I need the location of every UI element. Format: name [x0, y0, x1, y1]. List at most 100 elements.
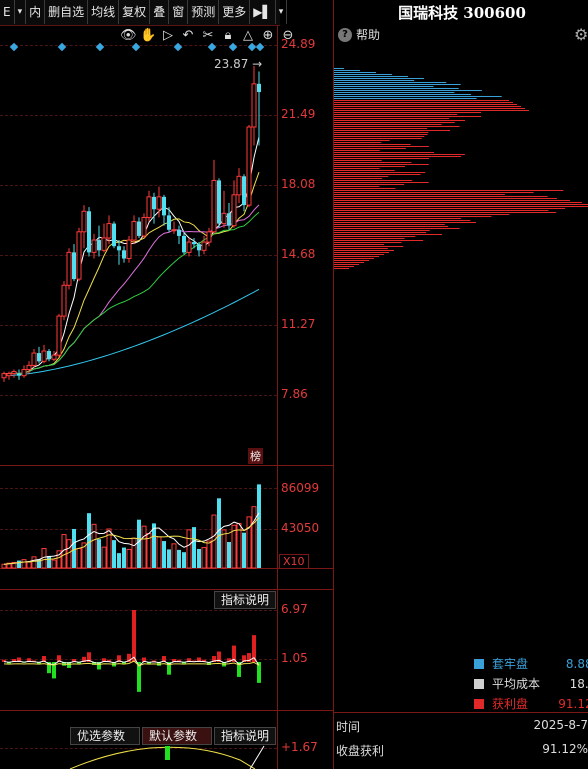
volume-bar	[26, 561, 32, 569]
candle-body-down	[17, 373, 21, 376]
chip-bar	[334, 256, 379, 257]
chip-bar	[334, 150, 380, 151]
chip-bar	[334, 198, 557, 199]
chip-bar	[334, 242, 402, 243]
volume-bar	[221, 529, 227, 569]
candle-body-down	[227, 213, 231, 226]
stock-chart[interactable]	[0, 0, 333, 769]
candle-body-up	[31, 352, 37, 366]
chip-bar	[334, 238, 405, 239]
chip-bar	[334, 194, 505, 195]
candle-body-down	[137, 221, 141, 236]
volume-bar	[47, 555, 51, 568]
volume-bar	[186, 529, 192, 569]
volume-bar	[156, 536, 162, 569]
volume-bar	[242, 532, 246, 568]
event-marker	[9, 42, 19, 52]
trapped-color-square	[474, 658, 484, 669]
candle-body-up	[206, 231, 212, 243]
chip-bar	[334, 212, 557, 213]
chip-bar	[334, 74, 392, 75]
chip-bar	[334, 140, 390, 141]
candle-body-up	[56, 315, 62, 356]
info-label: 时间	[336, 720, 361, 734]
volume-bar	[137, 519, 141, 568]
candle-body-up	[101, 237, 107, 251]
bottom-curve	[69, 746, 256, 769]
volume-bar	[126, 548, 132, 569]
chip-bar	[334, 168, 380, 169]
chip-bar	[334, 92, 455, 93]
chip-bar	[334, 152, 434, 153]
event-marker	[131, 42, 141, 52]
candle-body-up	[41, 350, 47, 362]
candle-body-down	[97, 240, 101, 251]
candle-body-down	[37, 353, 41, 362]
candle-body-up	[201, 241, 207, 251]
volume-bar	[171, 543, 177, 569]
volume-bar	[201, 547, 207, 569]
chip-bar	[334, 254, 384, 255]
candle-body-up	[246, 126, 252, 206]
average-cost-color-square	[474, 678, 484, 689]
candle-body-up	[61, 284, 67, 317]
volume-bar	[51, 559, 57, 569]
volume-bar	[217, 498, 221, 568]
volume-bar	[167, 549, 171, 568]
candle-body-down	[182, 235, 186, 253]
chip-bar	[334, 158, 429, 159]
chip-bar	[334, 250, 394, 251]
chip-bar	[334, 72, 376, 73]
chip-bar	[334, 166, 405, 167]
chip-bar	[334, 180, 413, 181]
candle-body-down	[152, 196, 156, 210]
chip-bar	[334, 100, 509, 101]
chip-bar	[334, 84, 461, 85]
candle-body-up	[186, 241, 192, 253]
volume-bar	[246, 516, 252, 569]
candle-body-up	[21, 369, 27, 377]
chip-bar	[334, 224, 445, 225]
chip-bar	[334, 216, 492, 217]
volume-bar	[227, 541, 231, 568]
info-divider	[333, 712, 588, 713]
stat-value: 8.88%	[565, 656, 588, 671]
chip-bar	[334, 268, 349, 269]
chip-bar	[334, 164, 429, 165]
candle-body-down	[217, 180, 221, 224]
indicator-bar	[132, 610, 136, 662]
chip-bar	[334, 118, 450, 119]
candle-body-down	[242, 176, 246, 206]
event-marker	[247, 42, 257, 52]
chip-bar	[334, 134, 428, 135]
event-marker	[173, 42, 183, 52]
chip-bar	[334, 186, 380, 187]
event-marker	[228, 42, 238, 52]
chip-bar	[334, 210, 549, 211]
chip-bar	[334, 214, 510, 215]
candle-body-up	[81, 210, 87, 233]
candle-body-up	[91, 239, 97, 253]
chip-bar	[334, 176, 389, 177]
chip-bar	[334, 190, 564, 191]
chip-bar	[334, 248, 388, 249]
candle-body-up	[106, 223, 112, 239]
chip-bar	[334, 260, 369, 261]
chip-bar	[334, 218, 461, 219]
volume-bar	[141, 525, 147, 569]
info-row-time: 时间 2025-8-7	[336, 718, 588, 736]
chip-bar	[334, 170, 395, 171]
stat-average-cost: 平均成本 18.60	[474, 675, 588, 692]
chip-bar	[334, 240, 424, 241]
stat-label: 套牢盘	[492, 657, 529, 671]
chip-bar	[334, 96, 502, 97]
chip-bar	[334, 230, 430, 231]
chip-bar	[334, 142, 382, 143]
volume-bar	[122, 547, 126, 568]
info-value: 2025-8-7	[533, 718, 588, 732]
chip-bar	[334, 98, 477, 99]
chip-bar	[334, 68, 344, 69]
volume-bar	[162, 541, 166, 568]
candle-body-down	[177, 229, 181, 236]
chip-bar	[334, 266, 354, 267]
